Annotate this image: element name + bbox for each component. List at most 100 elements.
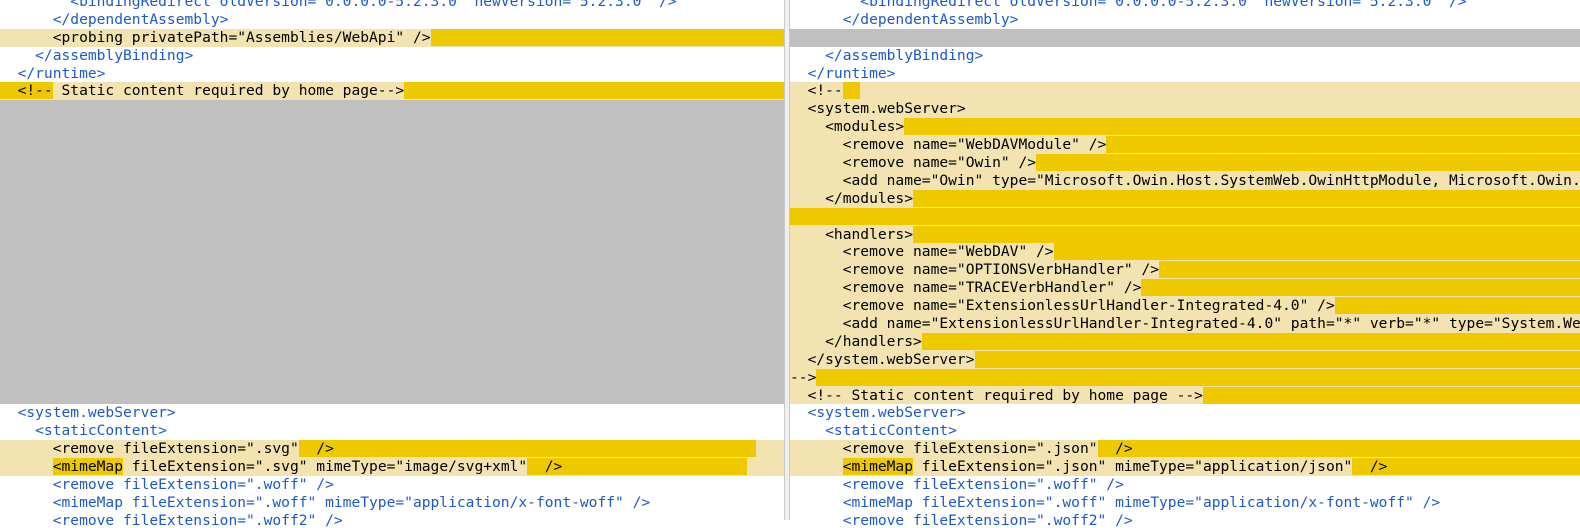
changed-text: [333, 440, 756, 458]
diff-gap-line[interactable]: [0, 332, 784, 351]
diff-changed-line[interactable]: </modules>: [790, 189, 1580, 208]
code-text: </runtime>: [0, 64, 106, 82]
changed-text: <mimeMap: [842, 458, 914, 476]
code-text: fileExtension=".svg": [114, 440, 299, 458]
code-text: <probing privatePath="Assemblies/WebApi"…: [52, 28, 431, 46]
diff-changed-line[interactable]: <remove name="TRACEVerbHandler" />: [790, 279, 1580, 298]
changed-text: [404, 82, 784, 100]
left-pane[interactable]: <bindingRedirect oldVersion="0.0.0.0-5.2…: [0, 0, 784, 528]
code-text: <remove name="WebDAVModule" />: [790, 136, 1107, 154]
diff-changed-line[interactable]: <!-- Static content required by home pag…: [0, 82, 784, 101]
diff-changed-line[interactable]: <mimeMap fileExtension=".json" mimeType=…: [790, 458, 1580, 477]
diff-gap-line[interactable]: [0, 297, 784, 316]
code-line[interactable]: <remove fileExtension=".woff" />: [790, 476, 1580, 494]
diff-gap-line[interactable]: [0, 207, 784, 226]
diff-gap-line[interactable]: [0, 100, 784, 119]
diff-changed-line[interactable]: <!--: [790, 82, 1580, 101]
diff-changed-line[interactable]: </handlers>: [790, 332, 1580, 351]
diff-gap-line[interactable]: [0, 189, 784, 208]
code-text: <!--: [790, 386, 843, 404]
diff-changed-line[interactable]: <remove name="OPTIONSVerbHandler" />: [790, 261, 1580, 280]
code-line[interactable]: <mimeMap fileExtension=".woff" mimeType=…: [0, 494, 784, 512]
code-line[interactable]: </assemblyBinding>: [790, 47, 1580, 65]
diff-gap-line[interactable]: [0, 118, 784, 137]
changed-text: [913, 225, 1580, 243]
code-text: <mimeMap fileExtension=".woff" mimeType=…: [790, 493, 1441, 511]
code-line[interactable]: </runtime>: [0, 65, 784, 83]
code-line[interactable]: <system.webServer>: [790, 404, 1580, 422]
code-line[interactable]: </dependentAssembly>: [790, 11, 1580, 29]
code-text: <staticContent>: [0, 422, 167, 440]
changed-text: [1387, 458, 1580, 476]
diff-changed-line[interactable]: <mimeMap fileExtension=".svg" mimeType="…: [0, 458, 784, 477]
code-line[interactable]: <remove fileExtension=".woff" />: [0, 476, 784, 494]
code-text: <mimeMap fileExtension=".woff" mimeType=…: [0, 493, 651, 511]
code-line[interactable]: <staticContent>: [790, 422, 1580, 440]
code-text: <remove name="OPTIONSVerbHandler" />: [790, 261, 1160, 279]
diff-gap-line[interactable]: [0, 154, 784, 172]
code-line[interactable]: <mimeMap fileExtension=".woff" mimeType=…: [790, 494, 1580, 512]
diff-changed-line[interactable]: <remove name="ExtensionlessUrlHandler-In…: [790, 297, 1580, 316]
diff-gap-line[interactable]: [0, 261, 784, 280]
code-line[interactable]: <bindingRedirect oldVersion="0.0.0.0-5.2…: [790, 0, 1580, 11]
changed-text: [921, 332, 1580, 350]
code-line[interactable]: <system.webServer>: [0, 404, 784, 422]
code-text: <bindingRedirect oldVersion="0.0.0.0-5.2…: [0, 0, 677, 10]
diff-gap-line[interactable]: [0, 171, 784, 190]
code-text: </system.webServer>: [790, 350, 975, 368]
diff-changed-line[interactable]: <add name="Owin" type="Microsoft.Owin.Ho…: [790, 171, 1580, 190]
diff-gap-line[interactable]: [0, 368, 784, 387]
code-text: fileExtension=".svg" mimeType="image/svg…: [123, 458, 528, 476]
diff-changed-line[interactable]: -->: [790, 368, 1580, 387]
changed-text: />: [527, 458, 563, 476]
diff-changed-line[interactable]: [790, 207, 1580, 226]
code-text: <remove fileExtension=".woff" />: [790, 476, 1124, 494]
code-text: <add name="ExtensionlessUrlHandler-Integ…: [842, 315, 1580, 333]
diff-changed-line[interactable]: <remove name="Owin" />: [790, 154, 1580, 172]
code-text: -->: [790, 368, 817, 386]
diff-changed-line[interactable]: <remove name="WebDAVModule" />: [790, 136, 1580, 155]
diff-changed-line[interactable]: <modules>: [790, 118, 1580, 137]
code-line[interactable]: </dependentAssembly>: [0, 11, 784, 29]
diff-changed-line[interactable]: <probing privatePath="Assemblies/WebApi"…: [0, 28, 784, 47]
diff-gap-line[interactable]: [790, 28, 1580, 47]
changed-text: [913, 189, 1580, 207]
code-text: </modules>: [790, 189, 914, 207]
code-line[interactable]: </runtime>: [790, 65, 1580, 83]
changed-text: [1053, 243, 1580, 261]
changed-text: [1334, 297, 1580, 315]
code-line[interactable]: <bindingRedirect oldVersion="0.0.0.0-5.2…: [0, 0, 784, 11]
code-text: Static content required by home page-->: [52, 82, 405, 100]
diff-changed-line[interactable]: <handlers>: [790, 225, 1580, 244]
code-text: <system.webServer>: [790, 100, 966, 118]
code-text: <remove name="TRACEVerbHandler" />: [790, 279, 1142, 297]
diff-gap-line[interactable]: [0, 136, 784, 155]
diff-changed-line[interactable]: <remove fileExtension=".json" />: [790, 440, 1580, 459]
right-pane[interactable]: <bindingRedirect oldVersion="0.0.0.0-5.2…: [790, 0, 1580, 528]
code-text: Static content required by home page -->: [842, 386, 1203, 404]
diff-changed-line[interactable]: <add name="ExtensionlessUrlHandler-Integ…: [790, 315, 1580, 333]
diff-gap-line[interactable]: [0, 315, 784, 333]
diff-gap-line[interactable]: [0, 386, 784, 405]
diff-gap-line[interactable]: [0, 225, 784, 244]
diff-changed-line[interactable]: <remove fileExtension=".svg" />: [0, 440, 784, 459]
changed-text: [974, 350, 1580, 368]
diff-gap-line[interactable]: [0, 279, 784, 298]
changed-text: [904, 118, 1580, 136]
changed-text: [1036, 154, 1580, 172]
diff-gap-line[interactable]: [0, 243, 784, 262]
code-text: </handlers>: [790, 332, 922, 350]
code-line[interactable]: <staticContent>: [0, 422, 784, 440]
code-text: fileExtension=".json" mimeType="applicat…: [913, 458, 1353, 476]
diff-changed-line[interactable]: </system.webServer>: [790, 350, 1580, 369]
diff-changed-line[interactable]: <system.webServer>: [790, 100, 1580, 119]
diff-changed-line[interactable]: <!-- Static content required by home pag…: [790, 386, 1580, 405]
changed-text: [1132, 440, 1580, 458]
code-line[interactable]: </assemblyBinding>: [0, 47, 784, 65]
diff-changed-line[interactable]: <remove name="WebDAV" />: [790, 243, 1580, 262]
changed-text: [562, 458, 747, 476]
diff-gap-line[interactable]: [0, 350, 784, 369]
